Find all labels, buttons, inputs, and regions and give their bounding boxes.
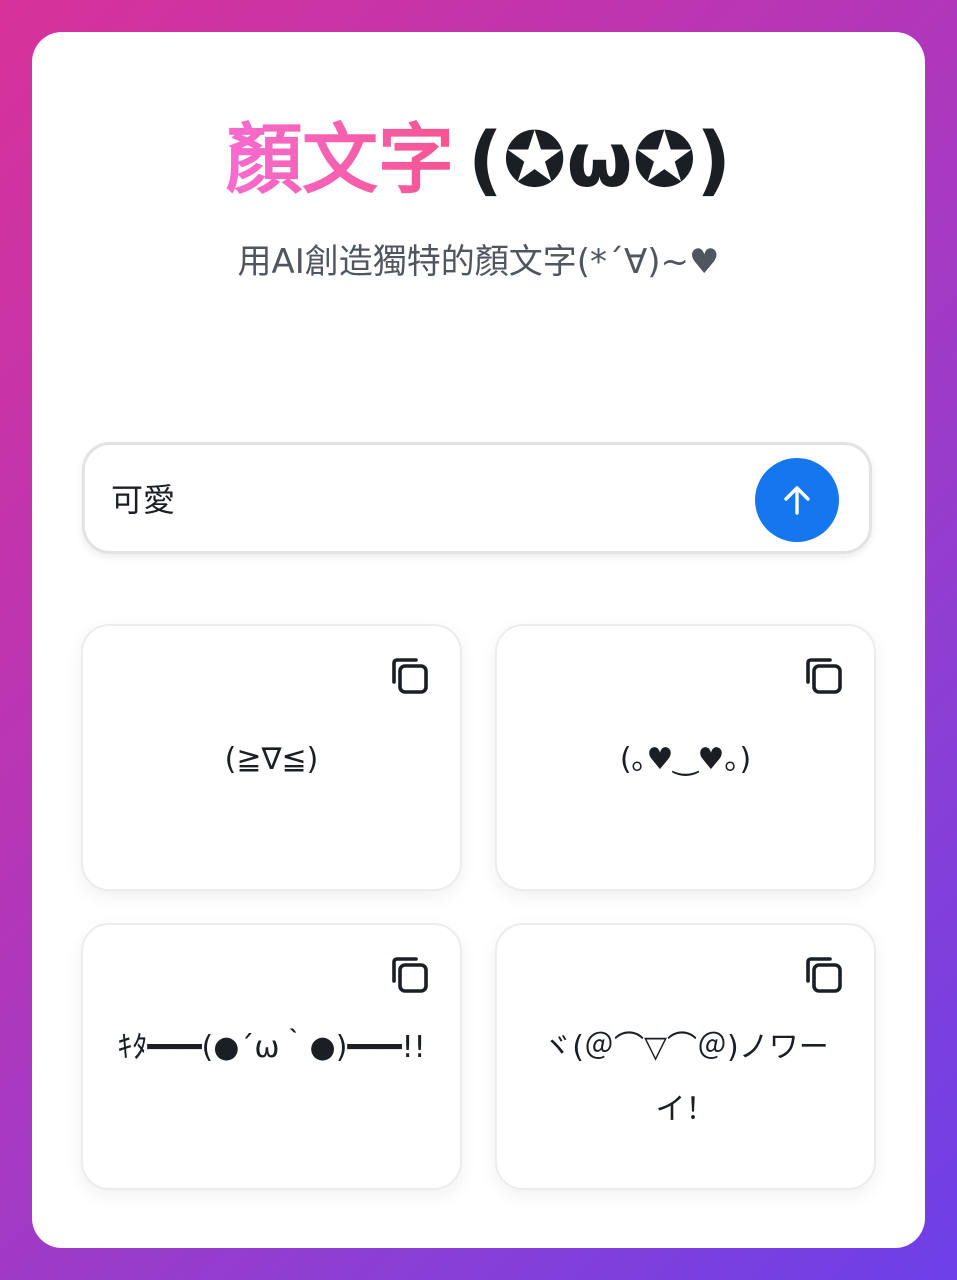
page-title: 顏文字 (✪ω✪) bbox=[32, 112, 925, 208]
main-card: 顏文字(✪ω✪) 用AI創造獨特的顏文字(*´∀)~♥ (≧∇≦) (｡♥ bbox=[32, 32, 925, 1248]
send-button[interactable] bbox=[755, 458, 839, 542]
kaomoji-text: (≧∇≦) bbox=[224, 742, 319, 777]
copy-icon bbox=[392, 957, 428, 993]
kaomoji-text: ヾ(＠⌒▽⌒＠)ノワーイ！ bbox=[542, 1030, 829, 1127]
page-subtitle: 用AI創造獨特的顏文字(*´∀)~♥ bbox=[237, 242, 720, 282]
copy-icon bbox=[392, 658, 428, 694]
copy-button[interactable] bbox=[386, 951, 434, 999]
kaomoji-text: ｷﾀ━━━(●´ω｀●)━━━!! bbox=[117, 1030, 426, 1065]
kaomoji-text: (｡♥‿♥｡) bbox=[619, 742, 752, 777]
copy-button[interactable] bbox=[800, 652, 848, 700]
prompt-box bbox=[82, 442, 872, 554]
copy-icon bbox=[806, 658, 842, 694]
copy-button[interactable] bbox=[386, 652, 434, 700]
arrow-up-icon bbox=[784, 486, 810, 515]
kaomoji-card[interactable]: (≧∇≦) bbox=[81, 624, 462, 891]
copy-icon bbox=[806, 957, 842, 993]
kaomoji-card[interactable]: ｷﾀ━━━(●´ω｀●)━━━!! bbox=[81, 923, 462, 1190]
kaomoji-card[interactable]: (｡♥‿♥｡) bbox=[495, 624, 876, 891]
prompt-input[interactable] bbox=[111, 473, 711, 523]
title-text: 顏文字 bbox=[226, 115, 455, 204]
copy-button[interactable] bbox=[800, 951, 848, 999]
title-kaomoji: (✪ω✪) bbox=[468, 115, 731, 204]
kaomoji-card[interactable]: ヾ(＠⌒▽⌒＠)ノワーイ！ bbox=[495, 923, 876, 1190]
